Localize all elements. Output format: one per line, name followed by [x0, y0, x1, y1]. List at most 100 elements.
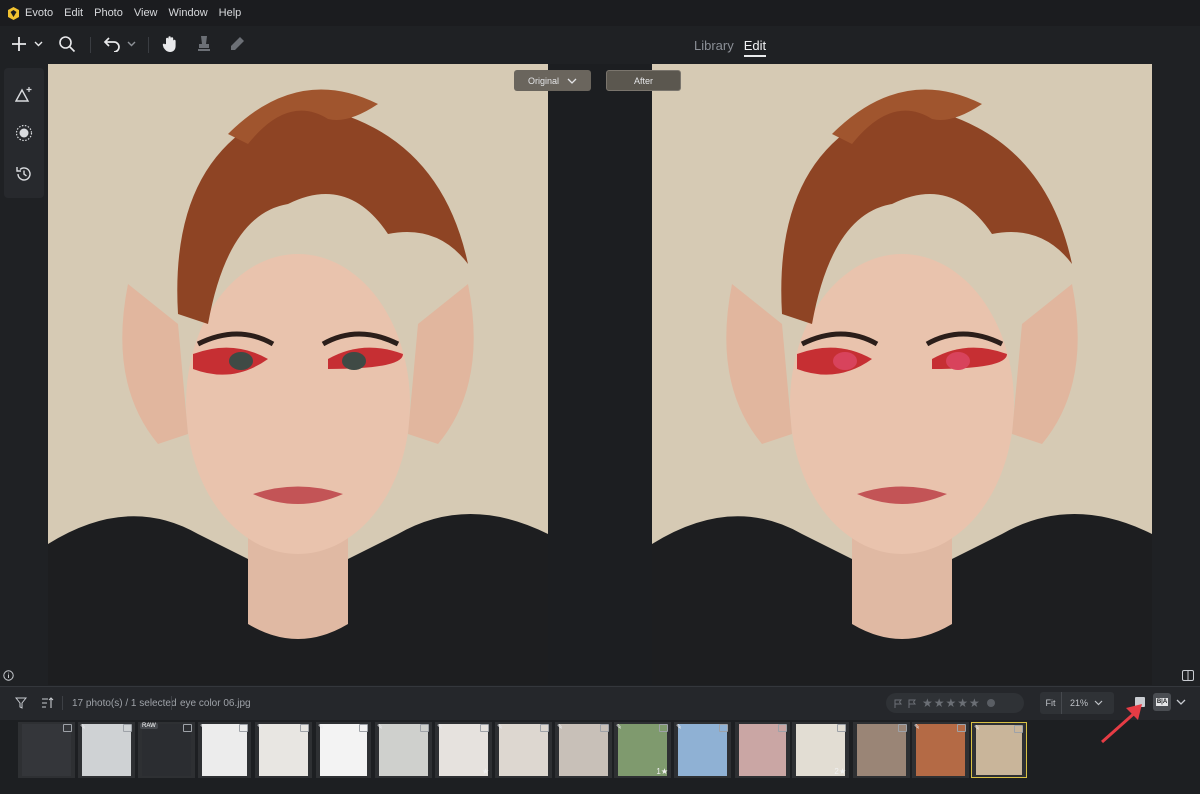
info-button[interactable]	[3, 668, 14, 686]
thumbnail-item[interactable]: ✎	[674, 722, 731, 778]
zoom-value: 21%	[1070, 698, 1089, 708]
copy-icon	[540, 724, 549, 732]
menu-app-name[interactable]: Evoto	[25, 7, 53, 19]
color-label-icon[interactable]	[986, 698, 996, 708]
pen-icon	[231, 37, 244, 50]
thumbnail-item[interactable]: ✎ ★	[435, 722, 492, 778]
copy-icon	[300, 724, 309, 732]
before-after-view-button[interactable]: B|A	[1153, 693, 1171, 711]
header-divider	[171, 696, 172, 710]
edited-badge-icon: ✎	[257, 724, 263, 731]
edited-badge-icon: ✎	[974, 725, 980, 732]
edited-badge-icon: ✎	[497, 724, 503, 731]
copy-icon	[778, 724, 787, 732]
toolbar-divider	[148, 37, 149, 53]
rating-group: ★★★★★	[886, 693, 1024, 713]
sun-icon	[15, 124, 33, 142]
stamp-tool-button[interactable]	[194, 34, 214, 54]
stamp-icon	[198, 36, 210, 51]
panel-toggle-icon	[1182, 670, 1194, 681]
after-label: After	[633, 75, 653, 86]
chevron-down-icon	[567, 78, 577, 84]
edited-badge-icon: ✎	[80, 724, 86, 731]
history-tool-button[interactable]	[14, 164, 34, 184]
filmstrip-header: 17 photo(s) / 1 selected eye color 06.jp…	[0, 686, 1200, 720]
menu-edit[interactable]: Edit	[64, 7, 83, 19]
edited-badge-icon: ✎	[200, 724, 206, 731]
header-divider	[62, 696, 63, 710]
menu-help[interactable]: Help	[219, 7, 242, 19]
search-button[interactable]	[57, 34, 77, 54]
tab-edit[interactable]: Edit	[743, 38, 767, 57]
thumbnail-item[interactable]: ✎	[912, 722, 969, 778]
mode-tabs: Library Edit	[694, 38, 767, 57]
copy-icon	[898, 724, 907, 732]
copy-icon	[719, 724, 728, 732]
current-filename: eye color 06.jpg	[180, 698, 251, 709]
menu-view[interactable]: View	[134, 7, 158, 19]
thumbnail-item[interactable]: 2★	[792, 722, 849, 778]
thumbnail-item[interactable]	[735, 722, 790, 778]
copy-icon	[837, 724, 846, 732]
original-label: Original	[527, 75, 559, 86]
thumbnail-item[interactable]: ✎	[555, 722, 612, 778]
copy-icon	[63, 724, 72, 732]
edited-badge-icon: ✎	[437, 724, 443, 731]
menu-bar: Evoto Edit Photo View Window Help	[0, 0, 1200, 26]
edited-badge-icon: ✎	[557, 724, 563, 731]
edited-photo	[652, 64, 1152, 685]
thumbnail-item[interactable]: ✎	[198, 722, 251, 778]
copy-icon	[480, 724, 489, 732]
thumbnail-item[interactable]: ✎	[316, 722, 371, 778]
thumbnail-item[interactable]: ✎	[375, 722, 432, 778]
adjust-tool-button[interactable]	[14, 84, 34, 104]
copy-icon	[420, 724, 429, 732]
arrow-annotation-icon	[1101, 704, 1142, 744]
filter-icon[interactable]	[15, 697, 27, 709]
rating-badge: ★	[481, 767, 489, 776]
copy-icon	[359, 724, 368, 732]
edited-badge-icon: ✎	[616, 724, 622, 731]
preset-tool-button[interactable]	[14, 123, 34, 143]
toggle-panel-button[interactable]	[1182, 668, 1194, 686]
original-dropdown[interactable]: Original	[514, 70, 591, 91]
zoom-fit-button[interactable]: Fit	[1040, 692, 1062, 714]
info-icon	[3, 670, 14, 681]
after-label-box: After	[606, 70, 681, 91]
copy-icon	[239, 724, 248, 732]
thumbnail-item[interactable]	[853, 722, 910, 778]
portrait-image	[652, 64, 1152, 685]
star-rating[interactable]: ★★★★★	[922, 696, 981, 710]
copy-icon	[957, 724, 966, 732]
copy-icon	[600, 724, 609, 732]
add-icon	[12, 37, 43, 51]
pen-tool-button[interactable]	[227, 34, 247, 54]
filmstrip: ✎ RAW ✎ ✎ ✎ ✎ ✎ ★ ✎ ✎ ✎ 1★ ✎ 2★ ✎ ✎	[0, 720, 1200, 794]
before-after-label: B|A	[1155, 698, 1169, 706]
portrait-image	[48, 64, 548, 685]
thumbnail-item[interactable]: ✎	[78, 722, 135, 778]
thumbnail-item[interactable]: ✎	[255, 722, 312, 778]
flag-icon[interactable]	[894, 699, 903, 708]
thumbnail-item[interactable]: ✎	[971, 722, 1027, 778]
menu-photo[interactable]: Photo	[94, 7, 123, 19]
reject-flag-icon[interactable]	[908, 699, 917, 708]
tab-library[interactable]: Library	[694, 38, 734, 57]
thumbnail-item[interactable]: ✎	[495, 722, 552, 778]
edited-badge-icon: ✎	[676, 724, 682, 731]
edited-badge-icon: ✎	[377, 724, 383, 731]
mountain-sparkle-icon	[15, 87, 32, 102]
add-button[interactable]	[10, 34, 46, 54]
thumbnail-item[interactable]: RAW	[138, 722, 195, 778]
sort-icon[interactable]	[41, 697, 54, 709]
hand-tool-button[interactable]	[160, 34, 180, 54]
undo-button[interactable]	[101, 34, 139, 54]
thumbnail-item[interactable]: ✎ 1★	[614, 722, 671, 778]
photo-canvas[interactable]: Original After	[48, 64, 1152, 685]
toolbar-divider	[90, 37, 91, 53]
chevron-down-icon[interactable]	[1176, 699, 1186, 706]
copy-icon	[123, 724, 132, 732]
thumbnail-item[interactable]	[18, 722, 75, 778]
menu-window[interactable]: Window	[169, 7, 208, 19]
toolbar: Library Edit	[0, 26, 1200, 64]
